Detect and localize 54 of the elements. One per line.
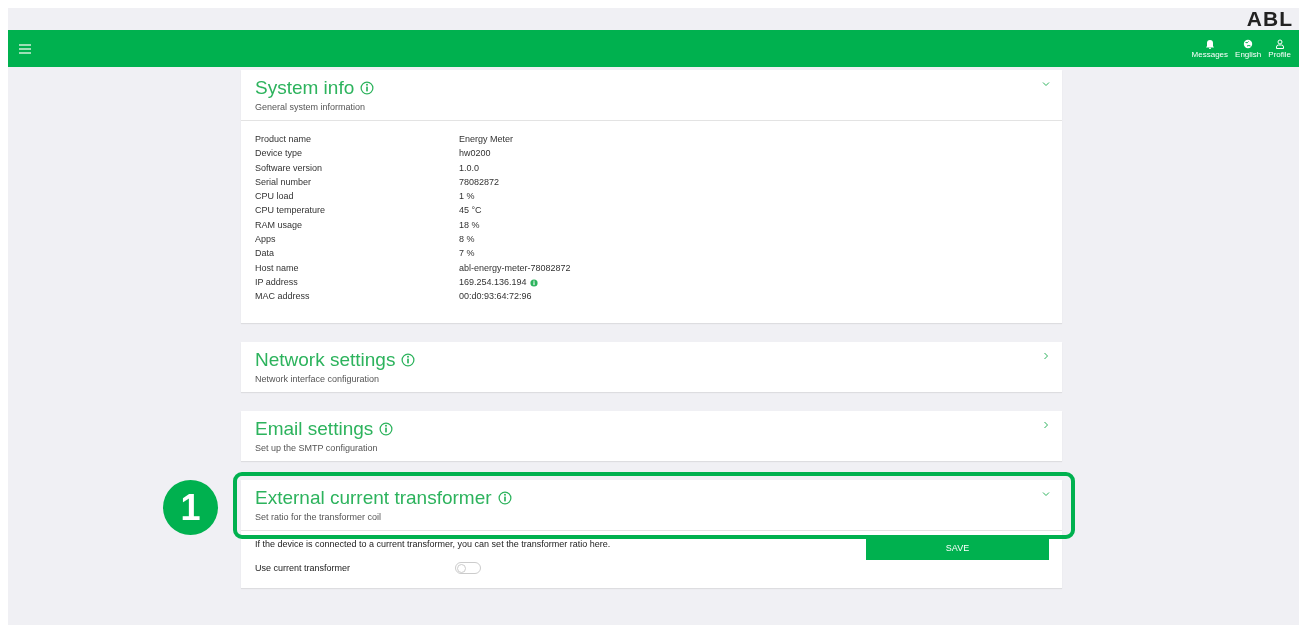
info-value: 45 °C [459, 205, 482, 217]
info-label: Device type [255, 148, 304, 160]
info-value: 7 % [459, 248, 475, 260]
card-subtitle: Network interface configuration [255, 374, 381, 385]
card-subtitle: Set up the SMTP configuration [255, 443, 379, 454]
info-value: 18 % [459, 219, 480, 231]
info-value: Energy Meter [459, 134, 514, 146]
info-label: Software version [255, 162, 324, 174]
abl-logo: ABL [1246, 8, 1293, 30]
info-value: 1.0.0 [459, 162, 480, 174]
card-header[interactable]: External current transformer Set ratio for the transformer coil [241, 480, 1062, 532]
info-value: abl-energy-meter-78082872 [459, 262, 571, 274]
bell-icon [1204, 38, 1215, 49]
info-label: CPU temperature [255, 205, 327, 217]
card-subtitle: Set ratio for the transformer coil [255, 512, 383, 523]
step-badge: 1 [163, 480, 218, 536]
info-value: 8 % [459, 234, 475, 246]
info-label: Product name [255, 134, 313, 146]
card-header[interactable]: Network settings Network interface configuration [241, 342, 1062, 393]
info-label: RAM usage [255, 219, 304, 231]
toggle-label: Use current transformer [255, 563, 352, 574]
info-value: 169.254.136.194 [459, 276, 527, 289]
toggle-switch[interactable] [455, 562, 481, 575]
info-icon[interactable] [360, 81, 375, 95]
info-label: Apps [255, 234, 277, 246]
info-value: hw0200 [459, 148, 491, 160]
person-icon [1274, 38, 1285, 49]
info-label: Serial number [255, 176, 313, 189]
card-title: Network settings [255, 348, 396, 373]
card-title: System info [255, 76, 355, 100]
card-header[interactable]: System info General system information [241, 70, 1062, 121]
chevron-right-icon[interactable] [1042, 352, 1050, 361]
info-icon[interactable] [379, 422, 394, 437]
description-text: If the device is connected to a current transformer, you can set the transformer ratio here. [255, 538, 611, 550]
info-value: 78082872 [459, 176, 500, 189]
info-label: MAC address [255, 291, 311, 303]
menu-icon[interactable] [19, 43, 31, 54]
info-icon[interactable] [401, 353, 416, 368]
card-title: Email settings [255, 417, 374, 442]
info-value: 00:d0:93:64:72:96 [459, 291, 532, 303]
chevron-right-icon[interactable] [1042, 421, 1050, 430]
info-label: IP address [255, 276, 299, 289]
info-label: Data [255, 248, 275, 260]
globe-icon [1243, 38, 1254, 49]
chevron-down-icon[interactable] [1042, 490, 1050, 499]
info-value: 1 % [459, 191, 475, 203]
card-title: External current transformer [255, 486, 492, 511]
info-icon[interactable] [529, 278, 538, 287]
chevron-down-icon[interactable] [1042, 80, 1050, 88]
info-label: CPU load [255, 191, 295, 203]
card-header[interactable]: Email settings Set up the SMTP configuration [241, 411, 1062, 462]
info-icon[interactable] [497, 491, 512, 506]
card-subtitle: General system information [255, 102, 367, 112]
info-label: Host name [255, 262, 300, 274]
